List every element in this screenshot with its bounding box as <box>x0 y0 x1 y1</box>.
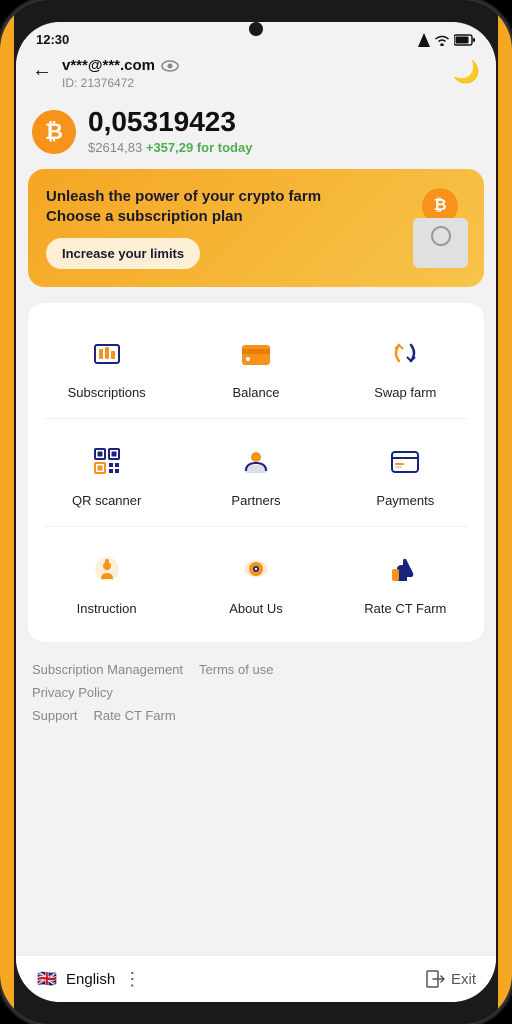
payments-label: Payments <box>376 493 434 508</box>
exit-button[interactable]: Exit <box>425 970 476 988</box>
balance-usd: $2614,83 +357,29 for today <box>88 140 252 155</box>
phone-screen: 12:30 ← <box>16 22 496 1002</box>
menu-item-partners[interactable]: Partners <box>182 427 330 518</box>
balance-details: 0,05319423 $2614,83 +357,29 for today <box>88 108 252 155</box>
camera-notch <box>249 22 263 36</box>
subscription-management-link[interactable]: Subscription Management <box>32 662 183 677</box>
about-us-label: About Us <box>229 601 282 616</box>
qr-scanner-icon <box>83 437 131 485</box>
menu-item-balance[interactable]: Balance <box>182 319 330 410</box>
banner-illustration: ₿ <box>378 188 468 268</box>
menu-item-rate-ct-farm[interactable]: Rate CT Farm <box>331 535 479 626</box>
banner-cta-button[interactable]: Increase your limits <box>46 238 200 269</box>
footer-row-1: Subscription Management Terms of use <box>32 662 480 677</box>
balance-change: +357,29 for today <box>146 140 253 155</box>
promo-banner: Unleash the power of your crypto farmCho… <box>28 169 484 287</box>
bottom-bar: 🇬🇧 English ⋮ Exit <box>16 955 496 1002</box>
subscriptions-label: Subscriptions <box>68 385 146 400</box>
terms-of-use-link[interactable]: Terms of use <box>199 662 273 677</box>
menu-item-qr-scanner[interactable]: QR scanner <box>33 427 181 518</box>
menu-item-subscriptions[interactable]: Subscriptions <box>33 319 181 410</box>
language-selector[interactable]: 🇬🇧 English ⋮ <box>36 968 141 990</box>
exit-label: Exit <box>451 971 476 988</box>
menu-item-instruction[interactable]: Instruction <box>33 535 181 626</box>
banner-title: Unleash the power of your crypto farmCho… <box>46 187 378 226</box>
account-email: v***@***.com <box>62 57 179 74</box>
support-link[interactable]: Support <box>32 708 78 723</box>
payments-icon <box>381 437 429 485</box>
account-info: v***@***.com ID: 21376472 <box>62 57 179 90</box>
about-us-icon <box>232 545 280 593</box>
eye-icon[interactable] <box>161 59 179 73</box>
footer-links: Subscription Management Terms of use Pri… <box>16 650 496 737</box>
balance-section: ₿ 0,05319423 $2614,83 +357,29 for today <box>16 100 496 169</box>
flag-icon: 🇬🇧 <box>36 968 58 990</box>
language-label: English <box>66 971 115 988</box>
status-time: 12:30 <box>36 32 69 47</box>
theme-toggle-button[interactable]: 🌙 <box>453 59 480 85</box>
rate-ct-farm-label: Rate CT Farm <box>364 601 446 616</box>
swap-farm-icon <box>381 329 429 377</box>
subscriptions-icon <box>83 329 131 377</box>
footer-row-3: Support Rate CT Farm <box>32 708 480 723</box>
instruction-icon <box>83 545 131 593</box>
safe-icon <box>413 218 468 268</box>
header: ← v***@***.com ID: 21376472 🌙 <box>16 51 496 100</box>
back-button[interactable]: ← <box>32 59 52 82</box>
signal-icon <box>418 33 430 47</box>
wifi-icon <box>434 34 450 46</box>
menu-item-swap-farm[interactable]: Swap farm <box>331 319 479 410</box>
grid-row-2: QR scanner Partners <box>28 419 484 526</box>
privacy-policy-link[interactable]: Privacy Policy <box>32 685 113 700</box>
footer-row-2: Privacy Policy <box>32 685 480 700</box>
status-icons <box>418 33 476 47</box>
rate-ct-farm-footer-link[interactable]: Rate CT Farm <box>94 708 176 723</box>
account-id: ID: 21376472 <box>62 76 179 90</box>
menu-grid: Subscriptions Balance <box>28 303 484 642</box>
qr-scanner-label: QR scanner <box>72 493 141 508</box>
balance-label: Balance <box>233 385 280 400</box>
swap-farm-label: Swap farm <box>374 385 436 400</box>
partners-label: Partners <box>231 493 280 508</box>
grid-row-1: Subscriptions Balance <box>28 311 484 418</box>
partners-icon <box>232 437 280 485</box>
balance-amount: 0,05319423 <box>88 108 252 136</box>
phone-frame: 12:30 ← <box>0 0 512 1024</box>
menu-item-payments[interactable]: Payments <box>331 427 479 518</box>
language-dots[interactable]: ⋮ <box>123 969 141 990</box>
btc-icon: ₿ <box>32 110 76 154</box>
exit-icon <box>425 970 445 988</box>
grid-row-3: Instruction About Us <box>28 527 484 634</box>
balance-icon <box>232 329 280 377</box>
banner-text: Unleash the power of your crypto farmCho… <box>46 187 378 269</box>
instruction-label: Instruction <box>77 601 137 616</box>
menu-item-about-us[interactable]: About Us <box>182 535 330 626</box>
rate-ct-farm-icon <box>381 545 429 593</box>
battery-icon <box>454 34 476 46</box>
